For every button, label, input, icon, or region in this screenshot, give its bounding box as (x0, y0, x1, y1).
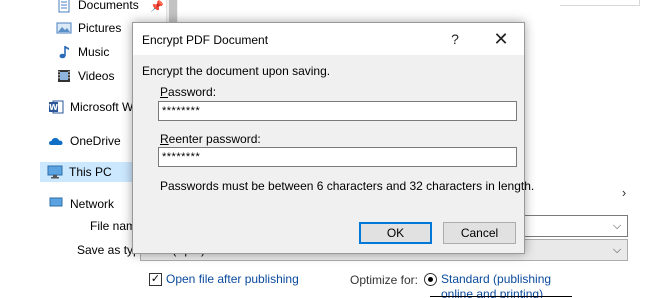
optimize-standard-label[interactable]: Standard (publishing online and printing… (441, 272, 551, 298)
open-after-publishing-option[interactable]: ✓ Open file after publishing (149, 272, 299, 286)
optimize-for-label: Optimize for: (350, 273, 419, 287)
encrypt-pdf-dialog: Encrypt PDF Document ? ✕ Encrypt the doc… (132, 22, 534, 254)
nav-item-label: Videos (78, 69, 115, 83)
reenter-password-label: Reenter password: (160, 132, 261, 146)
open-after-publishing-label: Open file after publishing (166, 272, 299, 286)
divider (430, 296, 572, 297)
svg-text:W: W (49, 103, 58, 112)
cancel-button[interactable]: Cancel (443, 222, 516, 244)
nav-item-microsoft-word[interactable]: W Microsoft W (48, 97, 133, 117)
this-pc-icon (47, 164, 63, 180)
chevron-down-icon[interactable]: ⌵ (609, 240, 625, 260)
nav-item-music[interactable]: Music (56, 42, 109, 62)
reenter-password-field[interactable]: ******** (158, 147, 517, 167)
nav-item-network[interactable]: Network (48, 194, 114, 208)
word-icon: W (48, 99, 64, 115)
file-list-edge (560, 0, 640, 6)
network-icon (48, 194, 64, 208)
nav-item-label: Music (78, 45, 110, 59)
pictures-icon (56, 20, 72, 36)
chevron-down-icon[interactable]: ⌵ (609, 216, 625, 236)
nav-item-label: Microsoft W (70, 100, 134, 114)
nav-item-onedrive[interactable]: OneDrive (48, 131, 121, 151)
open-after-publishing-checkbox[interactable]: ✓ (149, 272, 162, 286)
dialog-title: Encrypt PDF Document (142, 33, 269, 47)
scroll-right-arrow-icon[interactable]: › (617, 185, 631, 201)
radio-selected-dot (428, 277, 433, 282)
nav-item-documents[interactable]: Documents (56, 0, 139, 15)
nav-item-label: Network (70, 197, 115, 208)
nav-item-label: This PC (69, 165, 112, 179)
close-icon[interactable]: ✕ (478, 23, 524, 55)
help-icon[interactable]: ? (439, 23, 471, 55)
screen: Documents 📌 Pictures Music Videos W Micr… (0, 0, 647, 298)
dialog-titlebar[interactable]: Encrypt PDF Document ? ✕ (133, 23, 524, 55)
ok-button[interactable]: OK (359, 222, 432, 244)
nav-item-label: Documents (78, 0, 139, 12)
nav-item-videos[interactable]: Videos (56, 66, 114, 86)
onedrive-icon (48, 133, 64, 149)
nav-item-label: Pictures (78, 21, 122, 35)
nav-item-pictures[interactable]: Pictures (56, 18, 121, 38)
videos-icon (56, 68, 72, 84)
nav-item-label: OneDrive (70, 134, 121, 148)
documents-icon (56, 0, 72, 13)
pin-icon[interactable]: 📌 (150, 0, 164, 13)
music-icon (56, 44, 72, 60)
password-label: Password: (160, 85, 217, 99)
optimize-standard-radio[interactable] (424, 273, 437, 286)
nav-scrollbar-thumb[interactable] (169, 0, 177, 22)
password-field[interactable]: ******** (158, 101, 517, 121)
dialog-description: Encrypt the document upon saving. (142, 64, 331, 78)
password-length-hint: Passwords must be between 6 characters a… (160, 179, 535, 193)
